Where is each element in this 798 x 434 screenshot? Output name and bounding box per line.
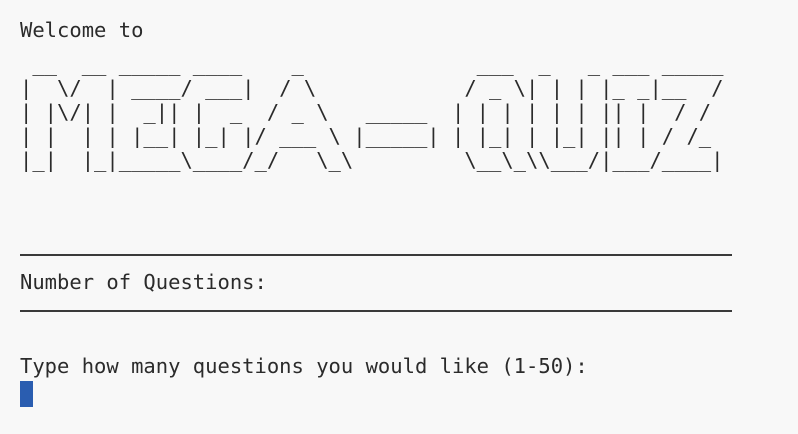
section-divider-bottom	[20, 310, 732, 312]
mega-quiz-ascii-banner: __ __ _____ ____ _ ___ _ _ ___ _____ | \…	[20, 52, 724, 172]
text-cursor[interactable]	[20, 381, 33, 407]
section-title: Number of Questions:	[20, 270, 267, 294]
welcome-text: Welcome to	[20, 18, 144, 42]
terminal-window[interactable]: Welcome to __ __ _____ ____ _ ___ _ _ __…	[0, 0, 798, 434]
question-count-prompt: Type how many questions you would like (…	[20, 354, 588, 378]
section-divider-top	[20, 254, 732, 256]
